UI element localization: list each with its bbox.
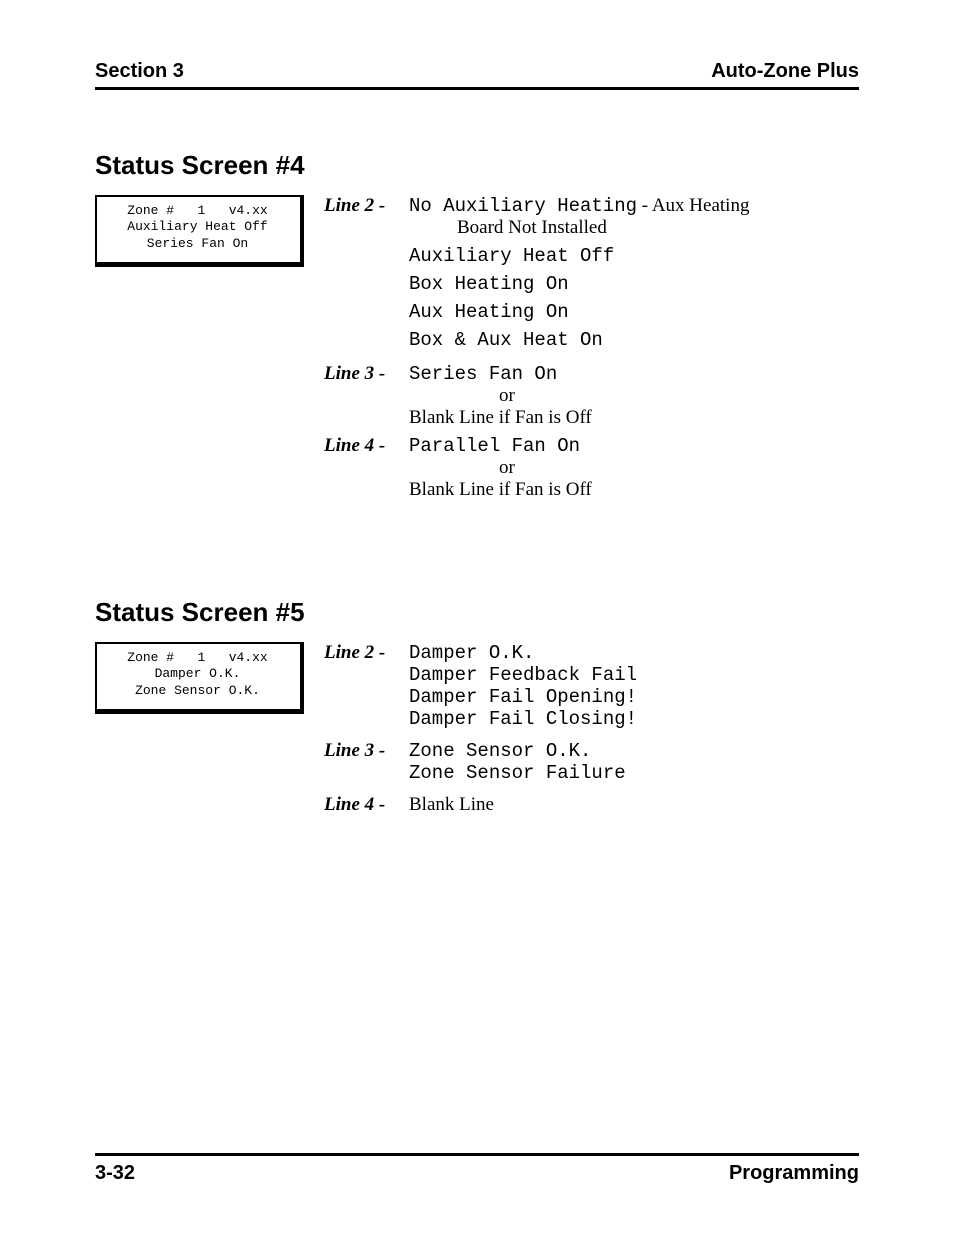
status4-heading: Status Screen #4 xyxy=(95,150,859,181)
lcd-line2: Damper O.K. xyxy=(155,666,241,681)
line3-values: Series Fan On or Blank Line if Fan is Of… xyxy=(409,363,749,429)
line3-label: Line 3 - xyxy=(324,740,409,762)
line2-item1-mono: No Auxiliary Heating xyxy=(409,195,637,217)
line4-label: Line 4 - xyxy=(324,794,409,816)
status4-explain: Line 2 - No Auxiliary Heating - Aux Heat… xyxy=(324,195,749,507)
line4-label: Line 4 - xyxy=(324,435,409,457)
footer-page-number: 3-32 xyxy=(95,1162,135,1185)
page-header: Section 3 Auto-Zone Plus xyxy=(95,60,859,90)
line4-blank: Blank Line xyxy=(409,794,637,816)
header-title: Auto-Zone Plus xyxy=(711,60,859,83)
line2-values: Damper O.K. Damper Feedback Fail Damper … xyxy=(409,642,637,730)
line3-values: Zone Sensor O.K. Zone Sensor Failure xyxy=(409,740,637,784)
line3-label: Line 3 - xyxy=(324,363,409,385)
line2-item2: Damper Feedback Fail xyxy=(409,664,637,686)
line2-label: Line 2 - xyxy=(324,642,409,664)
line2-item3: Damper Fail Opening! xyxy=(409,686,637,708)
status5-line2-row: Line 2 - Damper O.K. Damper Feedback Fai… xyxy=(324,642,637,730)
line2-item1-note2: Board Not Installed xyxy=(457,217,749,239)
lcd-line1: Zone # 1 v4.xx xyxy=(127,650,267,665)
lcd-line3: Zone Sensor O.K. xyxy=(135,683,260,698)
status5-lcd: Zone # 1 v4.xx Damper O.K. Zone Sensor O… xyxy=(95,642,304,714)
status5-heading: Status Screen #5 xyxy=(95,597,859,628)
footer-section-name: Programming xyxy=(729,1162,859,1185)
line4-values: Parallel Fan On or Blank Line if Fan is … xyxy=(409,435,749,501)
line2-label: Line 2 - xyxy=(324,195,409,217)
line3-item1: Zone Sensor O.K. xyxy=(409,740,637,762)
status5-line4-row: Line 4 - Blank Line xyxy=(324,794,637,816)
page: Section 3 Auto-Zone Plus Status Screen #… xyxy=(0,0,954,1235)
line3-blank: Blank Line if Fan is Off xyxy=(409,407,749,429)
header-section: Section 3 xyxy=(95,60,184,83)
status4-lcd: Zone # 1 v4.xx Auxiliary Heat Off Series… xyxy=(95,195,304,267)
status4-line2-row: Line 2 - No Auxiliary Heating - Aux Heat… xyxy=(324,195,749,357)
line3-item2: Zone Sensor Failure xyxy=(409,762,637,784)
lcd-line2: Auxiliary Heat Off xyxy=(127,219,267,234)
line2-item4: Damper Fail Closing! xyxy=(409,708,637,730)
line2-values: No Auxiliary Heating - Aux Heating Board… xyxy=(409,195,749,357)
status4-block: Zone # 1 v4.xx Auxiliary Heat Off Series… xyxy=(95,195,859,507)
page-footer: 3-32 Programming xyxy=(95,1153,859,1185)
line2-item2: Auxiliary Heat Off xyxy=(409,245,749,267)
line4-or: or xyxy=(499,457,749,479)
line4-blank: Blank Line if Fan is Off xyxy=(409,479,749,501)
line2-item3: Box Heating On xyxy=(409,273,749,295)
line2-item4: Aux Heating On xyxy=(409,301,749,323)
status4-line4-row: Line 4 - Parallel Fan On or Blank Line i… xyxy=(324,435,749,501)
line4-values: Blank Line xyxy=(409,794,637,816)
line4-item1: Parallel Fan On xyxy=(409,435,749,457)
line2-item1-note: - Aux Heating xyxy=(637,195,749,216)
line3-or: or xyxy=(499,385,749,407)
line2-item5: Box & Aux Heat On xyxy=(409,329,749,351)
lcd-line1: Zone # 1 v4.xx xyxy=(127,203,267,218)
line2-item1: Damper O.K. xyxy=(409,642,637,664)
line3-item1: Series Fan On xyxy=(409,363,749,385)
status5-explain: Line 2 - Damper O.K. Damper Feedback Fai… xyxy=(324,642,637,822)
lcd-line3: Series Fan On xyxy=(147,236,248,251)
status5-line3-row: Line 3 - Zone Sensor O.K. Zone Sensor Fa… xyxy=(324,740,637,784)
status5-block: Zone # 1 v4.xx Damper O.K. Zone Sensor O… xyxy=(95,642,859,822)
status4-line3-row: Line 3 - Series Fan On or Blank Line if … xyxy=(324,363,749,429)
